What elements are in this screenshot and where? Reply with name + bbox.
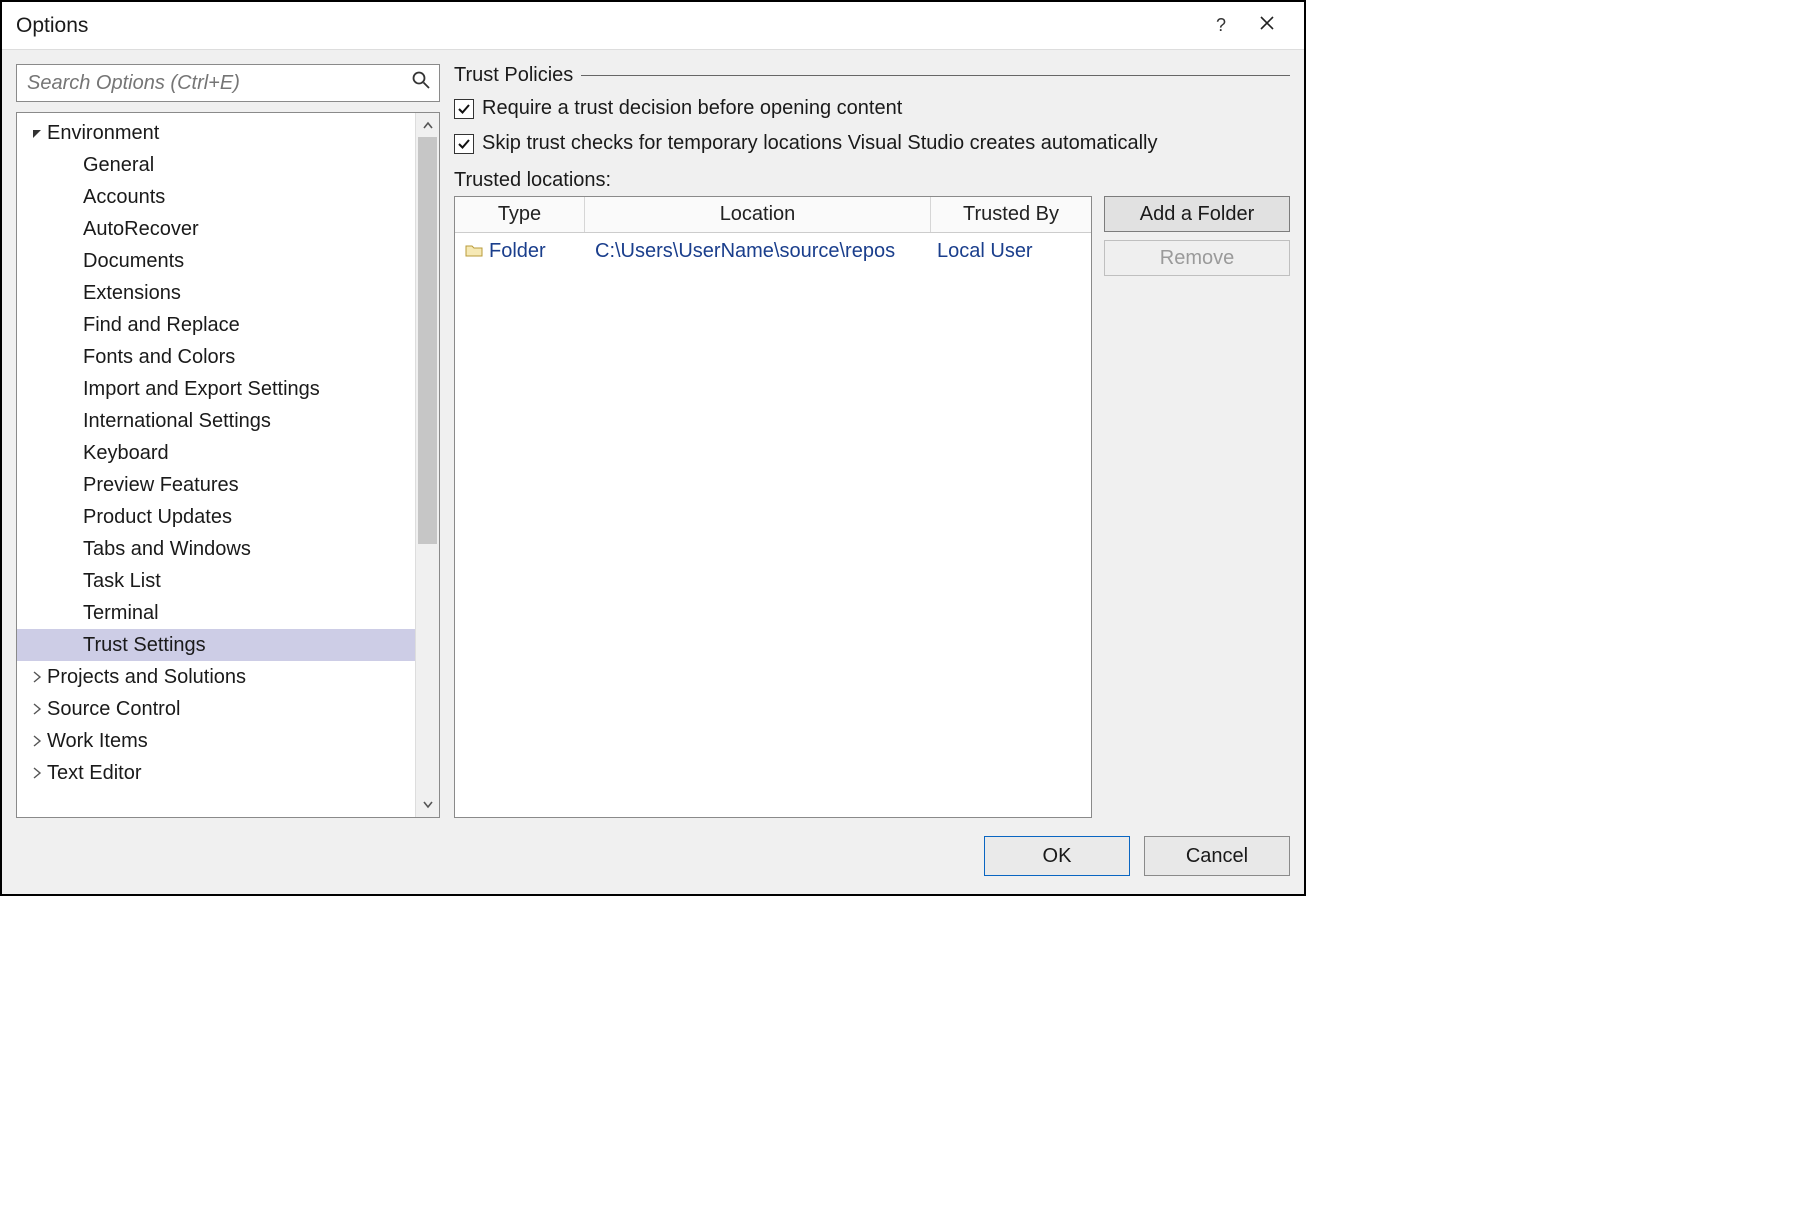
tree-item-label: Keyboard [83,442,169,465]
add-folder-button[interactable]: Add a Folder [1104,196,1290,232]
cancel-button[interactable]: Cancel [1144,836,1290,876]
options-dialog: Options ? Environment General Accounts Auto… [0,0,1306,896]
group-title: Trust Policies [454,64,573,87]
tree-item-label: AutoRecover [83,218,199,241]
dialog-body: Environment General Accounts AutoRecover Doc… [2,50,1304,832]
tree-item-work-items[interactable]: Work Items [17,725,415,757]
tree-item-label: Accounts [83,186,165,209]
tree-item-label: Task List [83,570,161,593]
tree-item-extensions[interactable]: Extensions [17,277,415,309]
tree-item-task-list[interactable]: Task List [17,565,415,597]
tree-item-label: International Settings [83,410,271,433]
tree-item-label: Projects and Solutions [47,666,246,689]
tree-scrollbar[interactable] [415,113,439,817]
checkbox-icon [454,99,474,119]
cell-location: C:\Users\UserName\source\repos [585,240,931,263]
cell-type-text: Folder [489,240,546,263]
table-buttons: Add a Folder Remove [1104,196,1290,818]
tree-item-terminal[interactable]: Terminal [17,597,415,629]
chevron-right-icon[interactable] [27,735,47,747]
tree-item-label: Text Editor [47,762,141,785]
settings-panel: Trust Policies Require a trust decision … [454,64,1290,818]
tree-list[interactable]: Environment General Accounts AutoRecover Doc… [17,113,415,817]
tree-item-label: Import and Export Settings [83,378,320,401]
tree-item-label: Environment [47,122,159,145]
folder-icon [465,240,483,263]
ok-button[interactable]: OK [984,836,1130,876]
checkbox-label: Skip trust checks for temporary location… [482,132,1158,155]
tree-item-product-updates[interactable]: Product Updates [17,501,415,533]
tree-item-documents[interactable]: Documents [17,245,415,277]
cell-type: Folder [455,240,585,263]
chevron-right-icon[interactable] [27,703,47,715]
tree-item-environment[interactable]: Environment [17,117,415,149]
tree-item-label: Work Items [47,730,148,753]
chevron-down-icon[interactable] [27,127,47,139]
tree-item-text-editor[interactable]: Text Editor [17,757,415,789]
search-field-wrap [16,64,440,102]
trusted-locations-table[interactable]: Type Location Trusted By Folder C:\Users\… [454,196,1092,818]
tree-item-label: Extensions [83,282,181,305]
tree-item-autorecover[interactable]: AutoRecover [17,213,415,245]
chevron-right-icon[interactable] [27,671,47,683]
cell-trusted-by: Local User [931,240,1091,263]
tree-item-label: General [83,154,154,177]
tree-item-label: Terminal [83,602,159,625]
tree-item-label: Source Control [47,698,180,721]
tree-item-fonts-and-colors[interactable]: Fonts and Colors [17,341,415,373]
scroll-up-icon[interactable] [416,115,439,137]
trusted-locations-label: Trusted locations: [454,169,1290,192]
group-header: Trust Policies [454,64,1290,87]
help-button[interactable]: ? [1198,2,1244,50]
tree-item-tabs-and-windows[interactable]: Tabs and Windows [17,533,415,565]
column-trusted-by[interactable]: Trusted By [931,197,1091,232]
tree-item-accounts[interactable]: Accounts [17,181,415,213]
close-icon [1259,15,1275,36]
group-separator [581,75,1290,76]
search-input[interactable] [17,65,439,101]
window-title: Options [16,14,1198,38]
close-button[interactable] [1244,2,1290,50]
tree-item-source-control[interactable]: Source Control [17,693,415,725]
checkbox-label: Require a trust decision before opening … [482,97,902,120]
column-type[interactable]: Type [455,197,585,232]
skip-temp-checkbox[interactable]: Skip trust checks for temporary location… [454,132,1290,155]
require-trust-checkbox[interactable]: Require a trust decision before opening … [454,97,1290,120]
tree-item-keyboard[interactable]: Keyboard [17,437,415,469]
scroll-down-icon[interactable] [416,793,439,815]
scroll-track[interactable] [416,137,439,793]
titlebar: Options ? [2,2,1304,50]
table-body: Folder C:\Users\UserName\source\reposLoca… [455,233,1091,817]
left-panel: Environment General Accounts AutoRecover Doc… [16,64,440,818]
remove-button[interactable]: Remove [1104,240,1290,276]
dialog-footer: OK Cancel [2,832,1304,894]
chevron-right-icon[interactable] [27,767,47,779]
tree-item-general[interactable]: General [17,149,415,181]
trusted-locations-row: Type Location Trusted By Folder C:\Users\… [454,196,1290,818]
tree-item-label: Trust Settings [83,634,206,657]
tree-item-label: Preview Features [83,474,239,497]
tree-item-import-and-export-settings[interactable]: Import and Export Settings [17,373,415,405]
scroll-thumb[interactable] [418,137,437,544]
tree-item-preview-features[interactable]: Preview Features [17,469,415,501]
tree-item-projects-and-solutions[interactable]: Projects and Solutions [17,661,415,693]
search-icon[interactable] [411,70,431,96]
tree-item-label: Product Updates [83,506,232,529]
table-header: Type Location Trusted By [455,197,1091,233]
tree-item-label: Documents [83,250,184,273]
column-location[interactable]: Location [585,197,931,232]
tree-item-label: Fonts and Colors [83,346,235,369]
tree-item-label: Find and Replace [83,314,240,337]
checkbox-icon [454,134,474,154]
tree-item-trust-settings[interactable]: Trust Settings [17,629,415,661]
tree-item-find-and-replace[interactable]: Find and Replace [17,309,415,341]
tree-item-international-settings[interactable]: International Settings [17,405,415,437]
options-tree: Environment General Accounts AutoRecover Doc… [16,112,440,818]
tree-item-label: Tabs and Windows [83,538,251,561]
table-row[interactable]: Folder C:\Users\UserName\source\reposLoca… [455,233,1091,269]
